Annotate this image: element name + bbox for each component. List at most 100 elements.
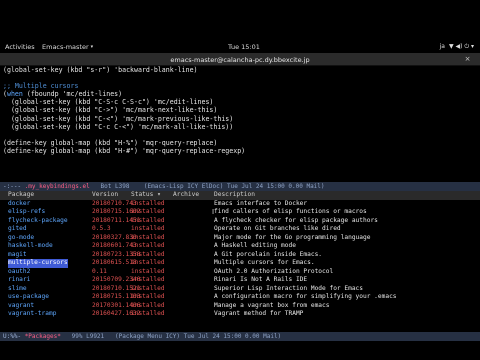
package-row[interactable]: vagrant 20170301.1406 installed Manage a va… — [0, 302, 480, 311]
package-version: 20180601.743 — [92, 242, 137, 249]
package-name[interactable]: flycheck-package — [8, 217, 68, 226]
mode-line-buffer-name[interactable]: *Packages* — [25, 333, 61, 340]
package-status: installed — [131, 259, 165, 266]
package-row[interactable]: use-package 20180715.1103 installed A confi… — [0, 293, 480, 302]
package-version: 20180710.743 — [92, 199, 137, 207]
package-description: Rinari Is Not A Rails IDE — [214, 276, 308, 283]
chevron-down-icon: ▾ — [90, 44, 94, 50]
code-line: (define-key global-map (kbd "H-#") 'mqr-… — [3, 146, 246, 155]
package-description: Superior Lisp Interaction Mode for Emacs — [214, 284, 364, 292]
package-description: A configuration macro for simplifying yo… — [214, 293, 397, 300]
close-icon[interactable]: × — [463, 55, 472, 64]
activities-button[interactable]: Activities — [5, 43, 35, 51]
mode-line-position: 99% L9921 — [60, 333, 115, 340]
package-status: installed — [131, 233, 165, 241]
package-list[interactable]: Package Version Status ▾ Archive Descrip… — [0, 191, 480, 332]
status-icons[interactable]: ▼ ◀) ⏻ ▾ — [449, 43, 474, 51]
package-name[interactable]: gited — [8, 225, 27, 234]
mode-line-position: Bot L398 — [89, 183, 144, 190]
package-name[interactable]: go-mode — [8, 234, 34, 243]
package-description: find callers of elisp functions or macro… — [214, 208, 367, 215]
package-status: installed — [131, 284, 165, 292]
package-row[interactable]: elisp-refs 20180715.1602 installed find cal… — [0, 208, 480, 217]
package-name[interactable]: elisp-refs — [8, 208, 45, 217]
package-name[interactable]: multiple-cursors — [8, 259, 68, 268]
clock[interactable]: Tue 15:01 — [228, 43, 260, 51]
package-name[interactable]: vagrant — [8, 302, 34, 311]
mode-line-modes[interactable]: (Package Menu ICY) Tue Jul 24 15:00 0.00… — [115, 333, 281, 340]
package-description: OAuth 2.0 Authorization Protocol — [214, 267, 334, 275]
minibuffer[interactable] — [0, 341, 480, 350]
package-row[interactable]: docker 20180710.743 installed Emacs interfa… — [0, 200, 480, 209]
window-titlebar[interactable]: emacs-master@calancha-pc.dy.bbexcite.jp … — [0, 53, 480, 66]
package-row[interactable]: haskell-mode 20180601.743 installed A Haske… — [0, 242, 480, 251]
package-status: installed — [131, 310, 165, 317]
package-description: Multiple cursors for Emacs. — [214, 259, 315, 266]
package-row[interactable]: flycheck-package 20180711.1451 installed A … — [0, 217, 480, 226]
package-name[interactable]: use-package — [8, 293, 49, 302]
window-title: emacs-master@calancha-pc.dy.bbexcite.jp — [170, 56, 310, 64]
package-description: Operate on Git branches like dired — [214, 225, 341, 232]
package-row[interactable]: rinari 20150709.2340 installed Rinari Is No… — [0, 276, 480, 285]
mode-line-flags: -:--- — [3, 183, 22, 190]
package-row[interactable]: oauth2 0.11 installed OAuth 2.0 Authorizati… — [0, 268, 480, 277]
when-condition: (fboundp 'mc/edit-lines) — [22, 90, 123, 99]
mode-line-modes[interactable]: (Emacs-Lisp ICY ElDoc) Tue Jul 24 15:00 … — [144, 183, 325, 190]
code-line: (define-key global-map (kbd "H-%") 'mqr-… — [3, 138, 218, 147]
package-status: installed — [131, 225, 165, 232]
input-method-indicator[interactable]: ja — [440, 43, 445, 51]
gnome-top-bar: Activities Emacs-master ▾ Tue 15:01 ja ▼… — [0, 40, 480, 53]
text-cursor-icon: I — [212, 208, 215, 216]
column-header-status[interactable]: Status ▾ — [131, 191, 161, 200]
mode-line-packages[interactable]: U:%%- *Packages* 99% L9921 (Package Menu… — [0, 332, 480, 341]
package-status: installed — [131, 293, 165, 300]
package-description: A flycheck checker for elisp package aut… — [214, 216, 378, 224]
package-description: Manage a vagrant box from emacs — [214, 301, 330, 309]
mode-line-buffer-name[interactable]: .my_keybindings.el — [25, 183, 90, 190]
package-description: Vagrant method for TRAMP — [214, 310, 304, 317]
package-name[interactable]: magit — [8, 251, 27, 260]
package-name[interactable]: slime — [8, 285, 27, 294]
package-name[interactable]: haskell-mode — [8, 242, 53, 251]
editor-buffer[interactable]: (global-set-key (kbd "s-r") 'backward-bl… — [0, 66, 480, 182]
column-header-package[interactable]: Package — [8, 191, 34, 200]
column-header-archive[interactable]: Archive — [173, 191, 199, 200]
package-row[interactable]: slime 20180710.1521 installed Superior Lisp… — [0, 285, 480, 294]
package-status: installed — [131, 301, 165, 309]
package-status: installed — [131, 208, 165, 215]
code-line: (global-set-key (kbd "C-S-c C-S-c") 'mc/… — [3, 98, 214, 107]
package-status: installed — [131, 199, 165, 207]
package-row[interactable]: magit 20180723.1358 installed A Git porcela… — [0, 251, 480, 260]
package-name[interactable]: oauth2 — [8, 268, 30, 277]
code-comment: ;; Multiple cursors — [3, 82, 79, 91]
package-version: 0.5.3 — [92, 225, 111, 232]
package-version: 20180327.830 — [92, 233, 137, 241]
package-row[interactable]: gited 0.5.3 installed Operate on Git branch… — [0, 225, 480, 234]
mode-line-flags: U:%%- — [3, 333, 22, 340]
package-name[interactable]: rinari — [8, 276, 30, 285]
code-line: (global-set-key (kbd "C-c C-<") 'mc/mark… — [3, 122, 234, 131]
package-status: installed — [131, 250, 165, 258]
system-tray[interactable]: ja ▼ ◀) ⏻ ▾ — [440, 43, 474, 51]
column-header-description[interactable]: Description — [214, 191, 255, 200]
package-name[interactable]: vagrant-tramp — [8, 310, 56, 319]
app-menu[interactable]: Emacs-master ▾ — [42, 43, 93, 51]
app-menu-label: Emacs-master — [42, 43, 89, 51]
package-row[interactable]: multiple-cursors 20180615.518 installed Mul… — [0, 259, 480, 268]
code-line: (global-set-key (kbd "C->") 'mc/mark-nex… — [3, 106, 218, 115]
package-version: 20180615.518 — [92, 259, 137, 266]
mode-line-editor[interactable]: -:--- .my_keybindings.el Bot L398 (Emacs… — [0, 182, 480, 191]
package-status: installed — [131, 216, 165, 224]
column-header-version[interactable]: Version — [92, 191, 118, 200]
screen: Activities Emacs-master ▾ Tue 15:01 ja ▼… — [0, 0, 480, 360]
package-name[interactable]: docker — [8, 200, 30, 209]
package-list-header: Package Version Status ▾ Archive Descrip… — [0, 191, 480, 200]
code-line: (global-set-key (kbd "C-<") 'mc/mark-pre… — [3, 114, 234, 123]
code-line: (when (fboundp 'mc/edit-lines) — [3, 90, 123, 99]
package-status: installed — [131, 242, 165, 249]
package-row[interactable]: go-mode 20180327.830 installed Major mode f… — [0, 234, 480, 243]
package-status: installed — [131, 276, 165, 283]
package-row[interactable]: vagrant-tramp 20160427.1632 installed Vagra… — [0, 310, 480, 319]
